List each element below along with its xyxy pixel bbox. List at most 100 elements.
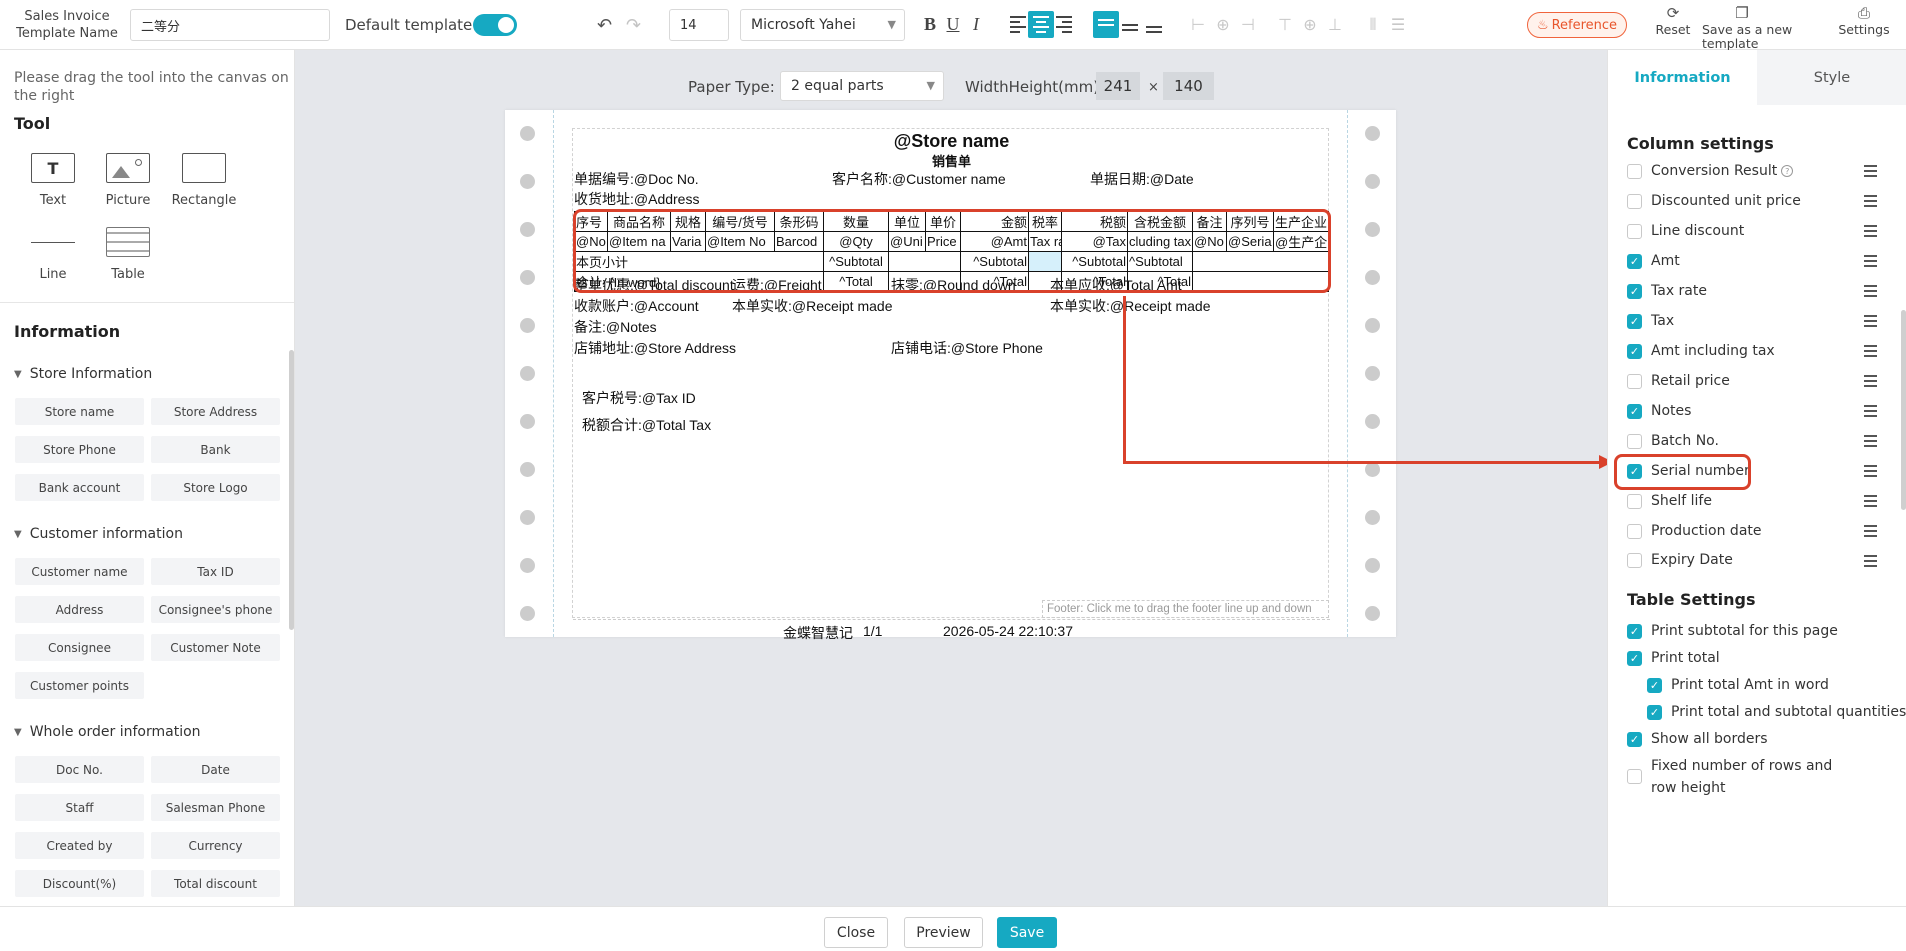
column-tax[interactable]: ✓ Tax — [1627, 310, 1877, 332]
checkbox[interactable] — [1627, 769, 1642, 784]
drag-handle-icon[interactable] — [1864, 405, 1877, 420]
drag-handle-icon[interactable] — [1864, 315, 1877, 330]
checkbox[interactable] — [1627, 433, 1642, 449]
doc-title-text[interactable]: 销售单 — [573, 151, 1330, 170]
align-obj-bottom-icon[interactable]: ⊥ — [1322, 11, 1348, 38]
paper-type-select[interactable]: 2 equal parts ▼ — [780, 71, 944, 101]
footer-brand-text[interactable]: 金蝶智慧记 — [783, 623, 853, 643]
field-address[interactable]: Address — [15, 596, 144, 623]
valign-middle-icon[interactable] — [1117, 11, 1143, 38]
checkbox-checked[interactable]: ✓ — [1627, 343, 1642, 359]
setting-show-all-borders[interactable]: ✓ Show all borders — [1627, 728, 1897, 750]
drag-handle-icon[interactable] — [1864, 165, 1877, 180]
drag-handle-icon[interactable] — [1864, 225, 1877, 240]
tab-information[interactable]: Information — [1608, 50, 1757, 105]
footer-page-text[interactable]: 1/1 — [863, 623, 882, 639]
align-obj-right-icon[interactable]: ⊣ — [1235, 11, 1261, 38]
redo-icon[interactable]: ↷ — [626, 12, 641, 38]
setting-print-subtotal[interactable]: ✓ Print subtotal for this page — [1627, 620, 1897, 642]
receipt-made-text[interactable]: 本单实收:@Receipt made — [732, 296, 892, 316]
height-input[interactable]: 140 — [1163, 72, 1214, 100]
group-store-information[interactable]: ▼ Store Information — [14, 366, 152, 382]
store-name-text[interactable]: @Store name — [573, 131, 1330, 152]
reset-button[interactable]: ⟳ Reset — [1653, 6, 1693, 37]
drag-handle-icon[interactable] — [1864, 495, 1877, 510]
checkbox[interactable] — [1627, 193, 1642, 209]
valign-top-icon[interactable] — [1093, 11, 1119, 38]
field-doc-no[interactable]: Doc No. — [15, 756, 144, 783]
receipt-made-right-text[interactable]: 本单实收:@Receipt made — [1050, 296, 1210, 316]
checkbox[interactable] — [1627, 223, 1642, 239]
field-bank[interactable]: Bank — [151, 436, 280, 463]
group-whole-order-information[interactable]: ▼ Whole order information — [14, 724, 201, 740]
column-retail-price[interactable]: Retail price — [1627, 370, 1877, 392]
column-batch-no[interactable]: Batch No. — [1627, 430, 1877, 452]
tax-id-text[interactable]: 客户税号:@Tax ID — [582, 388, 696, 408]
align-obj-vcenter-icon[interactable]: ⊕ — [1297, 11, 1323, 38]
column-notes[interactable]: ✓ Notes — [1627, 400, 1877, 422]
field-tax-id[interactable]: Tax ID — [151, 558, 280, 585]
column-production-date[interactable]: Production date — [1627, 520, 1877, 542]
field-salesman-phone[interactable]: Salesman Phone — [151, 794, 280, 821]
footer-line[interactable] — [573, 619, 1330, 620]
field-created-by[interactable]: Created by — [15, 832, 144, 859]
checkbox[interactable] — [1627, 523, 1642, 539]
italic-icon[interactable]: I — [963, 11, 989, 38]
distribute-vertical-icon[interactable]: ☰ — [1385, 11, 1411, 38]
left-scrollbar[interactable] — [289, 350, 294, 630]
reference-button[interactable]: ♨ Reference — [1527, 12, 1627, 38]
field-customer-points[interactable]: Customer points — [15, 672, 144, 699]
drag-handle-icon[interactable] — [1864, 375, 1877, 390]
store-address-text[interactable]: 店铺地址:@Store Address — [574, 338, 736, 358]
settings-button[interactable]: ⎙ Settings — [1836, 6, 1892, 37]
drag-handle-icon[interactable] — [1864, 525, 1877, 540]
checkbox-checked[interactable]: ✓ — [1627, 283, 1642, 299]
align-obj-left-icon[interactable]: ⊢ — [1185, 11, 1211, 38]
help-icon[interactable]: ? — [1781, 165, 1794, 177]
column-tax-rate[interactable]: ✓ Tax rate — [1627, 280, 1877, 302]
paper-canvas[interactable]: @Store name 销售单 单据编号:@Doc No. 客户名称:@Cust… — [505, 110, 1396, 641]
total-tax-text[interactable]: 税额合计:@Total Tax — [582, 415, 711, 435]
drag-handle-icon[interactable] — [1864, 435, 1877, 450]
column-shelf-life[interactable]: Shelf life — [1627, 490, 1877, 512]
field-discount-percent[interactable]: Discount(%) — [15, 870, 144, 897]
align-obj-top-icon[interactable]: ⊤ — [1272, 11, 1298, 38]
checkbox[interactable] — [1627, 552, 1642, 568]
distribute-horizontal-icon[interactable]: ⫴ — [1360, 11, 1386, 38]
setting-print-total[interactable]: ✓ Print total — [1627, 647, 1897, 669]
valign-bottom-icon[interactable] — [1141, 11, 1167, 38]
tool-line[interactable]: Line — [18, 227, 88, 282]
field-staff[interactable]: Staff — [15, 794, 144, 821]
print-area[interactable]: @Store name 销售单 单据编号:@Doc No. 客户名称:@Cust… — [572, 128, 1330, 641]
field-bank-account[interactable]: Bank account — [15, 474, 144, 501]
doc-no-text[interactable]: 单据编号:@Doc No. — [574, 169, 699, 189]
width-input[interactable]: 241 — [1096, 72, 1140, 100]
checkbox-checked[interactable]: ✓ — [1647, 678, 1662, 693]
save-button[interactable]: Save — [997, 917, 1057, 948]
undo-icon[interactable]: ↶ — [597, 12, 612, 38]
tool-text[interactable]: T Text — [18, 153, 88, 208]
field-currency[interactable]: Currency — [151, 832, 280, 859]
column-amt-including-tax[interactable]: ✓ Amt including tax — [1627, 340, 1877, 362]
save-as-new-template-button[interactable]: ❐ Save as a new template — [1702, 6, 1812, 51]
checkbox[interactable] — [1627, 163, 1642, 179]
field-customer-name[interactable]: Customer name — [15, 558, 144, 585]
preview-button[interactable]: Preview — [904, 917, 983, 948]
column-discounted-unit-price[interactable]: Discounted unit price — [1627, 190, 1877, 212]
field-customer-note[interactable]: Customer Note — [151, 634, 280, 661]
doc-date-text[interactable]: 单据日期:@Date — [1090, 169, 1194, 189]
column-conversion-result[interactable]: Conversion Result ? — [1627, 160, 1877, 182]
align-obj-hcenter-icon[interactable]: ⊕ — [1210, 11, 1236, 38]
column-expiry-date[interactable]: Expiry Date — [1627, 550, 1877, 570]
align-right-icon[interactable] — [1051, 11, 1077, 38]
drag-handle-icon[interactable] — [1864, 285, 1877, 300]
checkbox-checked[interactable]: ✓ — [1627, 624, 1642, 639]
field-total-discount[interactable]: Total discount — [151, 870, 280, 897]
drag-handle-icon[interactable] — [1864, 255, 1877, 270]
close-button[interactable]: Close — [824, 917, 888, 948]
font-family-select[interactable]: Microsoft Yahei ▼ — [740, 9, 905, 41]
footer-datetime-text[interactable]: 2026-05-24 22:10:37 — [943, 623, 1073, 639]
font-size-input[interactable] — [669, 9, 729, 41]
tool-table[interactable]: Table — [93, 227, 163, 282]
checkbox-checked[interactable]: ✓ — [1627, 253, 1642, 269]
